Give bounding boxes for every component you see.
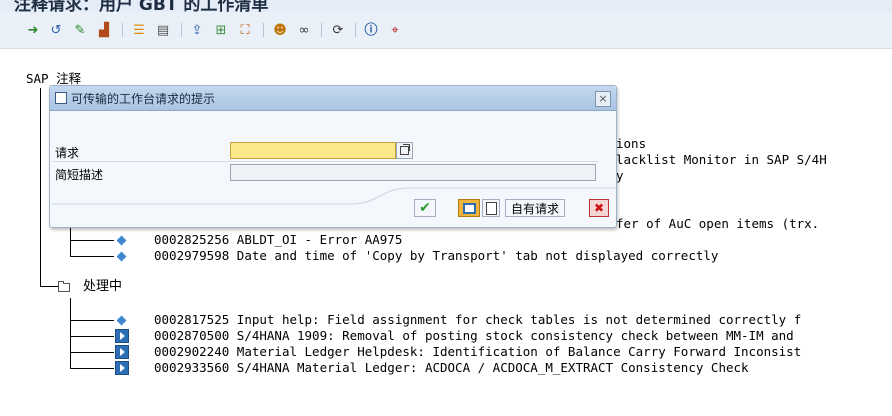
tree-connector bbox=[40, 88, 41, 286]
tree-icon[interactable]: ⊞ bbox=[212, 21, 230, 39]
list-item[interactable]: 0002825256 ABLDT_OI - Error AA975 bbox=[154, 232, 402, 248]
display-icon[interactable]: ▤ bbox=[154, 21, 172, 39]
note-number: 0002979598 bbox=[154, 248, 230, 263]
note-title: ABLDT_OI - Error AA975 bbox=[236, 232, 403, 247]
application-toolbar: ➜ ↺ ✎ ▟ ☰ ▤ ⇪ ⊞ ⛶ ☻ ∞ ⟳ ⓘ ⌖ bbox=[0, 12, 892, 49]
title-bar: 注释请求：用户 GBT 的工作清单 bbox=[0, 0, 892, 12]
note-number: 0002870500 bbox=[154, 328, 230, 343]
request-input[interactable] bbox=[230, 142, 396, 159]
toolbar-separator bbox=[263, 23, 264, 37]
note-number: 0002933560 bbox=[154, 360, 230, 375]
folder-label[interactable]: 处理中 bbox=[83, 279, 122, 295]
own-requests-icon-button[interactable] bbox=[458, 199, 480, 217]
chart-icon[interactable]: ⛶ bbox=[236, 21, 254, 39]
tree-root-label: SAP 注释 bbox=[26, 71, 82, 86]
tree-connector bbox=[70, 226, 71, 256]
info-icon[interactable]: ⓘ bbox=[362, 21, 380, 39]
create-request-button[interactable] bbox=[482, 199, 500, 217]
continue-button[interactable]: ✔ bbox=[414, 199, 436, 217]
note-title: S/4HANA 1909: Removal of posting stock c… bbox=[236, 328, 794, 343]
play-icon bbox=[115, 361, 129, 375]
note-title: Material Ledger Helpdesk: Identification… bbox=[236, 344, 802, 359]
tree-connector bbox=[70, 352, 114, 353]
list-item[interactable]: 0002817525 Input help: Field assignment … bbox=[154, 312, 801, 328]
list-item[interactable]: 0002933560 S/4HANA Material Ledger: ACDO… bbox=[154, 360, 749, 376]
person-icon[interactable]: ☻ bbox=[271, 21, 289, 39]
note-number: 0002817525 bbox=[154, 312, 230, 327]
toolbar-separator bbox=[355, 23, 356, 37]
dialog-window-icon bbox=[55, 92, 67, 104]
help-cursor-icon[interactable]: ⌖ bbox=[386, 21, 404, 39]
transport-request-dialog: 可传输的工作台请求的提示 × 请求 简短描述 ✔ 自有请求 ✖ bbox=[49, 85, 617, 228]
check-icon[interactable]: ✎ bbox=[71, 21, 89, 39]
note-title: Input help: Field assignment for check t… bbox=[236, 312, 802, 327]
note-title: Date and time of 'Copy by Transport' tab… bbox=[236, 248, 719, 263]
tree-connector bbox=[70, 320, 114, 321]
sort-icon[interactable]: ☰ bbox=[130, 21, 148, 39]
tree-connector bbox=[70, 240, 114, 241]
transport-icon[interactable]: ⟳ bbox=[329, 21, 347, 39]
close-icon[interactable]: × bbox=[595, 91, 611, 107]
hierarchy-icon[interactable]: ▟ bbox=[95, 21, 113, 39]
export-icon[interactable]: ⇪ bbox=[188, 21, 206, 39]
dialog-title: 可传输的工作台请求的提示 bbox=[71, 92, 216, 106]
list-item[interactable]: 0002870500 S/4HANA 1909: Removal of post… bbox=[154, 328, 794, 344]
divider bbox=[52, 161, 598, 162]
tree-connector bbox=[70, 368, 114, 369]
value-help-icon[interactable] bbox=[396, 142, 413, 159]
description-label: 简短描述 bbox=[55, 168, 104, 182]
partial-item-text: lacklist Monitor in SAP S/4H bbox=[616, 152, 827, 167]
note-icon bbox=[116, 251, 127, 262]
folder-icon[interactable] bbox=[58, 281, 70, 292]
toolbar-separator bbox=[122, 23, 123, 37]
request-label: 请求 bbox=[55, 146, 80, 160]
own-requests-button[interactable]: 自有请求 bbox=[505, 199, 565, 217]
tree-connector bbox=[70, 336, 114, 337]
note-icon bbox=[116, 235, 127, 246]
execute-icon[interactable]: ➜ bbox=[24, 21, 42, 39]
play-icon bbox=[115, 329, 129, 343]
note-title: S/4HANA Material Ledger: ACDOCA / ACDOCA… bbox=[236, 360, 749, 375]
note-icon bbox=[116, 315, 127, 326]
tree-connector bbox=[70, 298, 71, 368]
partial-item-text: y bbox=[616, 168, 624, 183]
play-icon bbox=[115, 345, 129, 359]
dialog-title-bar[interactable]: 可传输的工作台请求的提示 × bbox=[50, 86, 616, 111]
glasses-icon[interactable]: ∞ bbox=[295, 21, 313, 39]
cancel-button[interactable]: ✖ bbox=[589, 199, 609, 217]
partial-item-text: ions bbox=[616, 136, 647, 151]
toolbar-separator bbox=[181, 23, 182, 37]
partial-item-text: fer of AuC open items (trx. bbox=[616, 216, 820, 231]
note-number: 0002902240 bbox=[154, 344, 230, 359]
tree-connector bbox=[70, 256, 114, 257]
description-field[interactable] bbox=[230, 164, 596, 181]
toolbar-separator bbox=[321, 23, 322, 37]
dialog-footer: ✔ 自有请求 ✖ bbox=[50, 186, 616, 227]
list-item[interactable]: 0002902240 Material Ledger Helpdesk: Ide… bbox=[154, 344, 801, 360]
note-number: 0002825256 bbox=[154, 232, 230, 247]
list-item[interactable]: 0002979598 Date and time of 'Copy by Tra… bbox=[154, 248, 718, 264]
refresh-icon[interactable]: ↺ bbox=[47, 21, 65, 39]
window-title: 注释请求：用户 GBT 的工作清单 bbox=[14, 0, 269, 12]
tree-connector bbox=[40, 286, 58, 287]
